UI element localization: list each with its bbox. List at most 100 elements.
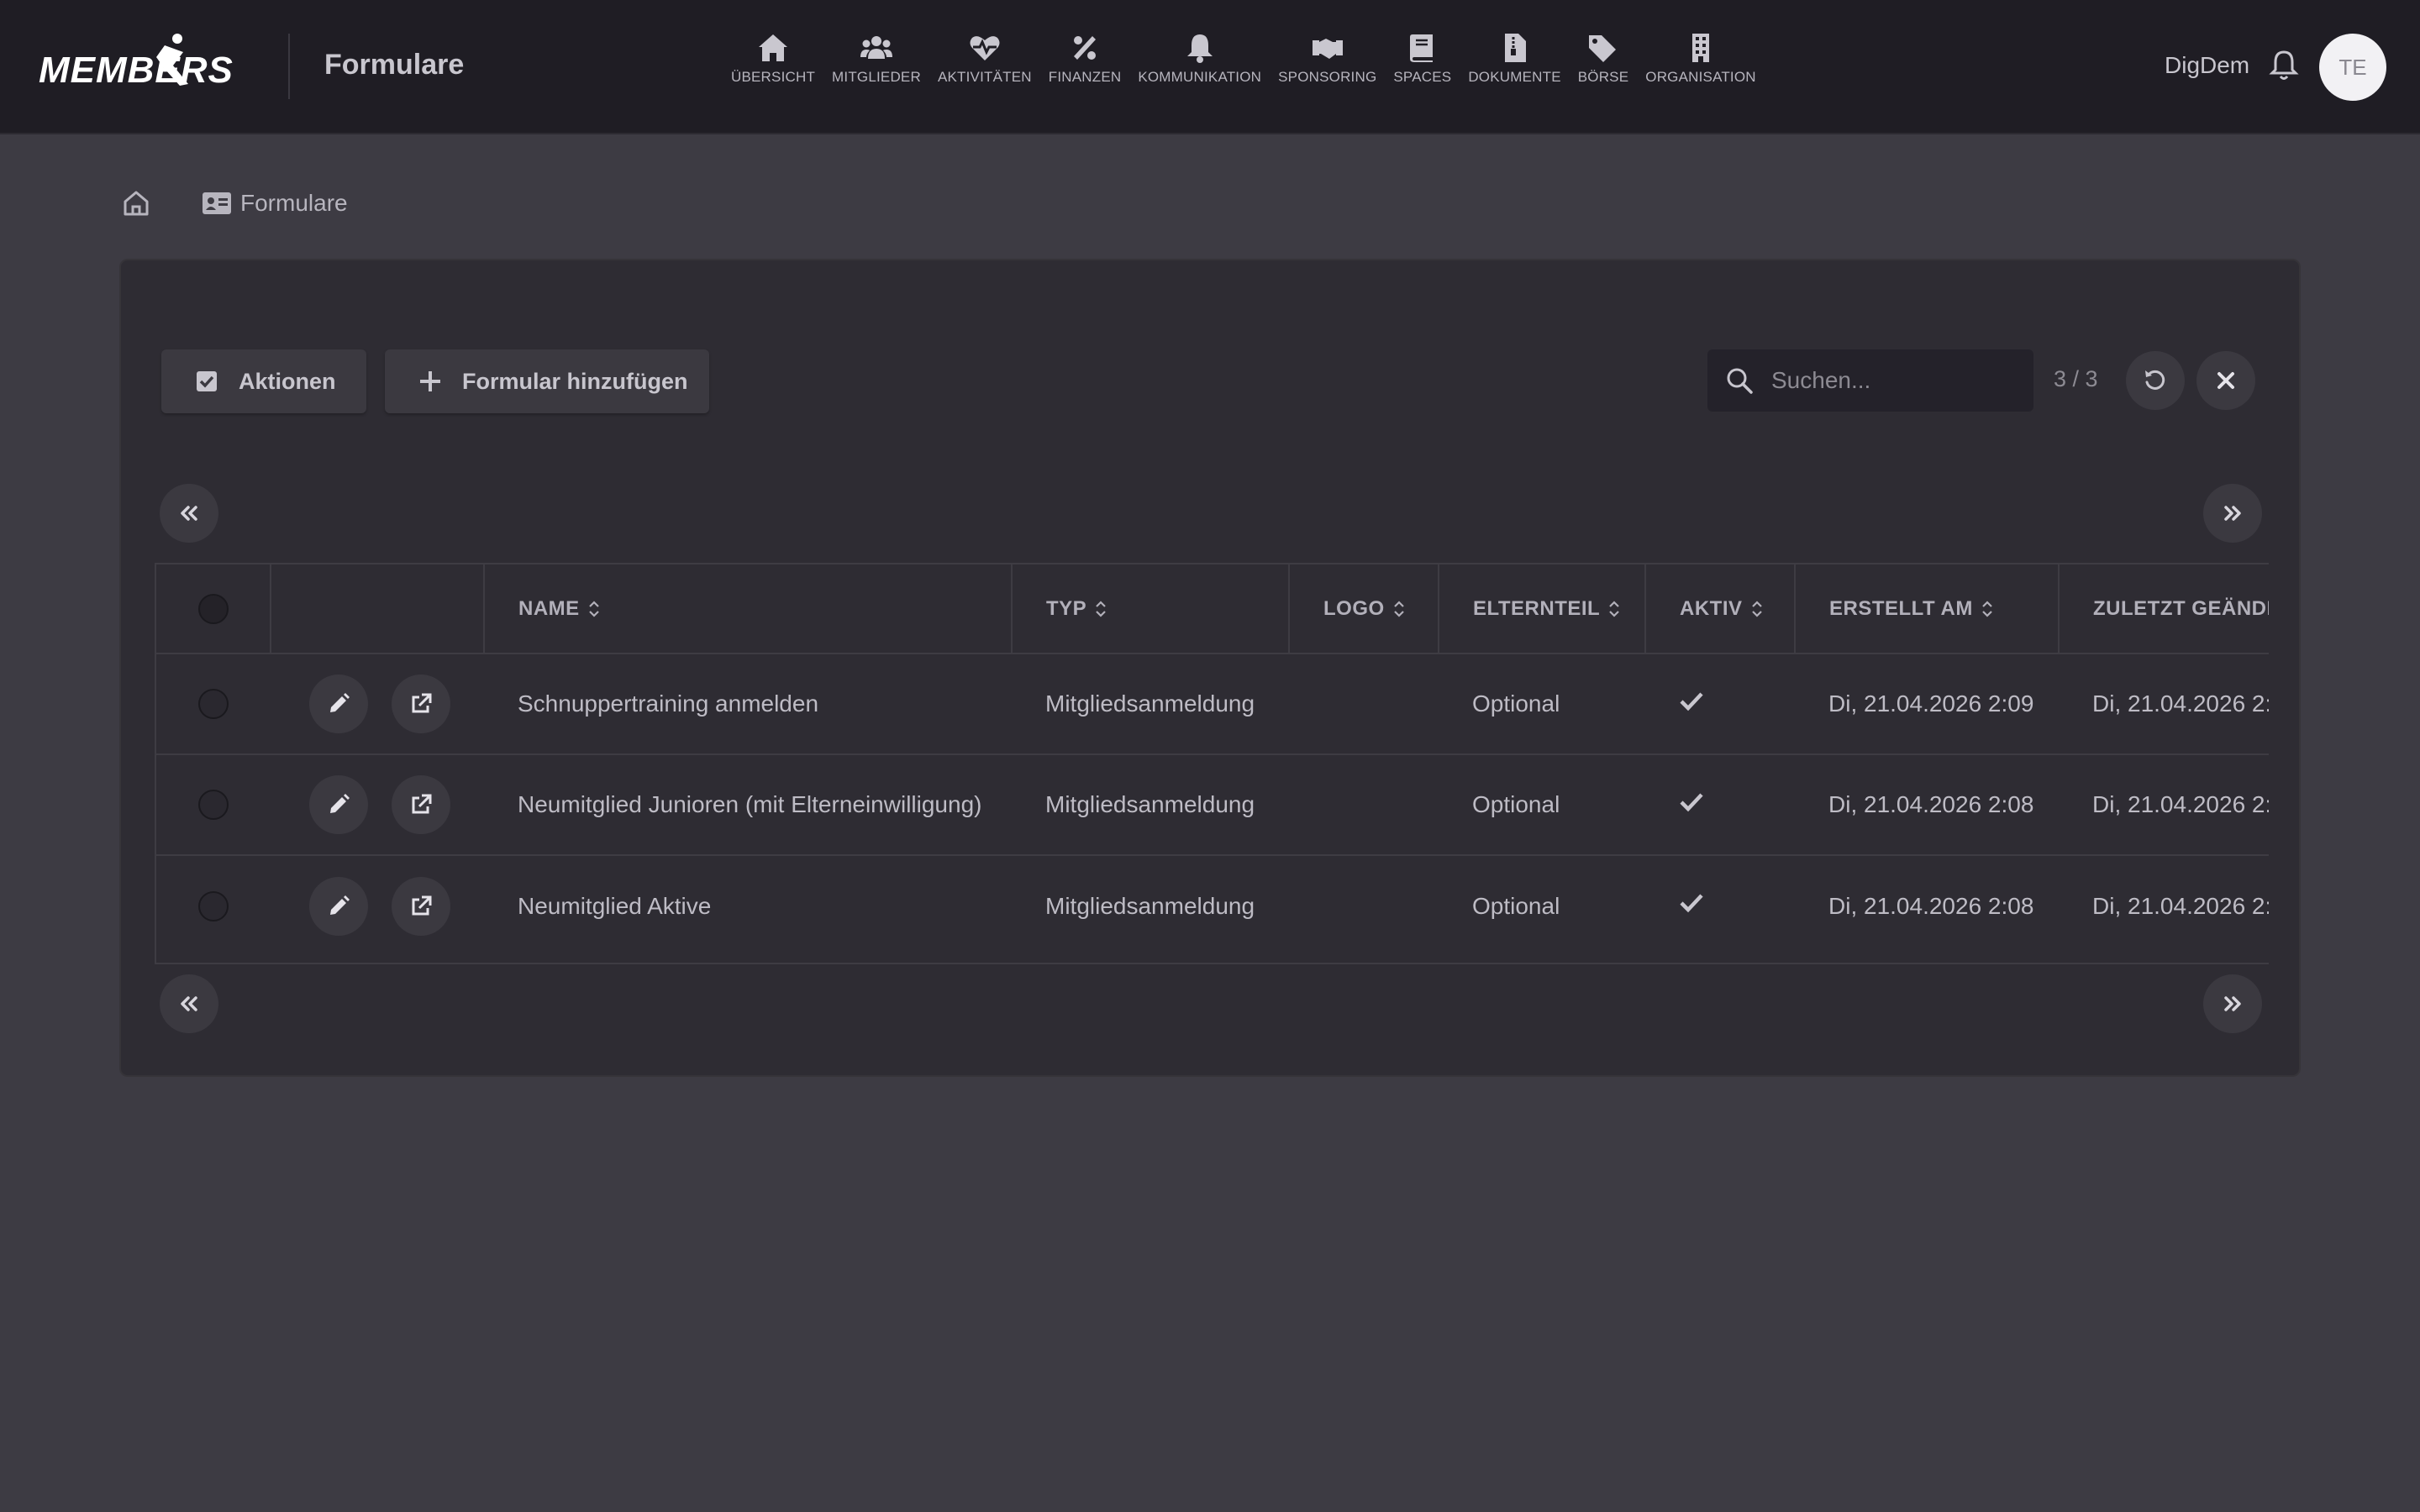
- cell-zuletzt: Di, 21.04.2026 2:0: [2059, 754, 2269, 856]
- notification-bell-icon[interactable]: [2265, 47, 2302, 84]
- cell-erstellt: Di, 21.04.2026 2:08: [1828, 892, 2034, 919]
- cell-logo: [1289, 654, 1439, 755]
- column-label: ERSTELLT AM: [1829, 596, 1973, 620]
- nav-item-mitglieder[interactable]: MITGLIEDER: [823, 32, 929, 101]
- cell-typ: Mitgliedsanmeldung: [1012, 654, 1289, 755]
- handshake-icon: [1312, 39, 1343, 59]
- double-chevron-right-icon: [2224, 996, 2241, 1011]
- tags-icon: [1589, 35, 1616, 62]
- external-link-icon: [412, 895, 432, 915]
- sort-icon: [588, 601, 599, 617]
- column-label: ZULETZT GEÄNDE: [2093, 596, 2269, 620]
- close-icon: [2217, 372, 2234, 389]
- row-select-cell: [156, 654, 271, 755]
- column-header-zuletzt[interactable]: ZULETZT GEÄNDE: [2059, 564, 2269, 654]
- breadcrumb: Formulare: [121, 188, 348, 218]
- cell-name: Neumitglied Junioren (mit Elterneinwilli…: [484, 754, 1012, 856]
- actions-button[interactable]: Aktionen: [161, 349, 366, 413]
- page-first-button-bottom[interactable]: [160, 974, 218, 1033]
- cell-aktiv: [1645, 855, 1795, 956]
- select-all-cell: [156, 564, 271, 654]
- search-input[interactable]: [1770, 366, 2025, 395]
- table-row[interactable]: Neumitglied Aktive Mitgliedsanmeldung Op…: [156, 855, 2269, 956]
- row-checkbox[interactable]: [198, 689, 229, 719]
- cell-erstellt: Di, 21.04.2026 2:08: [1795, 754, 2059, 856]
- table-header-row: NAME TYP LOGO ELTERNTEIL AKTIV ERSTELLT …: [156, 564, 2269, 654]
- page-last-button-bottom[interactable]: [2203, 974, 2262, 1033]
- row-actions-cell: [271, 855, 484, 956]
- edit-button[interactable]: [309, 775, 368, 834]
- cell-zuletzt: Di, 21.04.2026 2:0: [2059, 654, 2269, 755]
- sort-icon: [1982, 601, 1992, 617]
- external-link-icon: [412, 794, 432, 814]
- plus-icon: [420, 371, 440, 391]
- pencil-icon: [330, 693, 350, 712]
- nav-label: SPONSORING: [1278, 69, 1377, 85]
- nav-item-aktivitaeten[interactable]: AKTIVITÄTEN: [929, 32, 1040, 101]
- bell-icon: [1186, 34, 1213, 63]
- table-row[interactable]: Schnuppertraining anmelden Mitgliedsanme…: [156, 654, 2269, 755]
- nav-item-finanzen[interactable]: FINANZEN: [1040, 32, 1130, 101]
- column-header-elternteil[interactable]: ELTERNTEIL: [1439, 564, 1646, 654]
- nav-item-sponsoring[interactable]: SPONSORING: [1270, 32, 1385, 101]
- heartbeat-icon: [970, 36, 1000, 60]
- column-header-name[interactable]: NAME: [484, 564, 1013, 654]
- nav-item-organisation[interactable]: ORGANISATION: [1637, 32, 1765, 101]
- members-logo[interactable]: MEMBERS: [39, 34, 257, 101]
- nav-item-uebersicht[interactable]: ÜBERSICHT: [723, 32, 823, 101]
- percent-icon: [1074, 36, 1097, 60]
- add-form-button[interactable]: Formular hinzufügen: [385, 349, 709, 413]
- pencil-icon: [330, 794, 350, 813]
- table-row[interactable]: Neumitglied Junioren (mit Elterneinwilli…: [156, 754, 2269, 856]
- cell-erstellt: Di, 21.04.2026 2:09: [1795, 654, 2059, 755]
- svg-text:MEMBERS: MEMBERS: [39, 50, 234, 91]
- check-icon: [1680, 792, 1703, 811]
- main-nav: ÜBERSICHT MITGLIEDER AKTIVITÄTEN FINANZE…: [723, 32, 1765, 101]
- cell-elternteil: Optional: [1439, 654, 1645, 755]
- nav-item-kommunikation[interactable]: KOMMUNIKATION: [1129, 32, 1270, 101]
- page-title: Formulare: [324, 49, 465, 81]
- nav-item-dokumente[interactable]: DOKUMENTE: [1460, 32, 1569, 101]
- sort-icon: [1393, 601, 1404, 617]
- nav-item-spaces[interactable]: SPACES: [1385, 32, 1460, 101]
- column-label: ELTERNTEIL: [1473, 596, 1601, 620]
- double-chevron-right-icon: [2224, 506, 2241, 521]
- file-zipper-icon: [1504, 34, 1526, 62]
- refresh-button[interactable]: [2126, 351, 2185, 410]
- row-actions-cell: [271, 754, 484, 856]
- clear-button[interactable]: [2196, 351, 2255, 410]
- row-checkbox[interactable]: [198, 890, 229, 921]
- cell-typ: Mitgliedsanmeldung: [1045, 892, 1255, 919]
- row-select-cell: [156, 754, 271, 856]
- logo-divider: [288, 34, 290, 99]
- avatar[interactable]: TE: [2319, 34, 2386, 101]
- nav-item-boerse[interactable]: BÖRSE: [1570, 32, 1638, 101]
- select-all-checkbox[interactable]: [197, 593, 229, 624]
- actions-label: Aktionen: [239, 368, 336, 394]
- column-header-aktiv[interactable]: AKTIV: [1645, 564, 1796, 654]
- column-header-typ[interactable]: TYP: [1012, 564, 1290, 654]
- page-first-button[interactable]: [160, 484, 218, 543]
- edit-button[interactable]: [309, 675, 368, 733]
- cell-name: Schnuppertraining anmelden: [484, 654, 1012, 755]
- page-last-button[interactable]: [2203, 484, 2262, 543]
- user-name[interactable]: DigDem: [2165, 52, 2249, 79]
- row-checkbox[interactable]: [198, 790, 229, 820]
- home-icon[interactable]: [121, 188, 151, 218]
- open-external-button[interactable]: [391, 775, 450, 834]
- users-icon: [860, 36, 892, 59]
- nav-label: DOKUMENTE: [1468, 69, 1561, 85]
- breadcrumb-current[interactable]: Formulare: [240, 190, 348, 217]
- double-chevron-left-icon: [181, 506, 197, 521]
- open-external-button[interactable]: [391, 675, 450, 733]
- column-header-logo[interactable]: LOGO: [1289, 564, 1439, 654]
- column-header-erstellt[interactable]: ERSTELLT AM: [1795, 564, 2060, 654]
- forms-table: NAME TYP LOGO ELTERNTEIL AKTIV ERSTELLT …: [155, 563, 2269, 964]
- home-icon: [759, 34, 788, 61]
- id-card-icon: [203, 192, 231, 214]
- actions-column-header: [271, 564, 485, 654]
- edit-button[interactable]: [309, 876, 368, 936]
- open-external-button[interactable]: [391, 876, 450, 936]
- check-icon: [1680, 691, 1703, 711]
- nav-label: SPACES: [1393, 69, 1452, 85]
